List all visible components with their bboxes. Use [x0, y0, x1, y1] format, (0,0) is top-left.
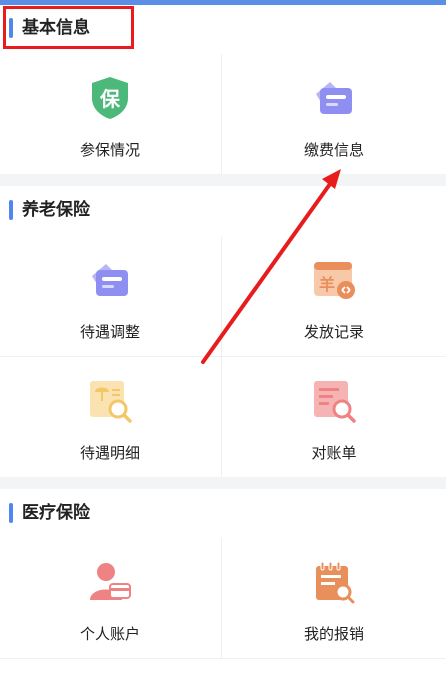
section-accent-bar [9, 503, 13, 523]
item-label: 我的报销 [303, 625, 364, 643]
section-gap [0, 174, 446, 186]
item-label: 对账单 [311, 444, 357, 462]
section-header-medical: 医疗保险 [0, 491, 446, 535]
card-icon [316, 82, 352, 114]
card-icon [92, 264, 128, 296]
item-label: 待遇明细 [79, 444, 140, 462]
yuan-receipt-icon: 羊 [314, 262, 355, 299]
benefit-details-button[interactable]: 待遇明细 [0, 357, 220, 477]
payout-records-button[interactable]: 羊 发放记录 [224, 236, 444, 356]
item-label: 个人账户 [79, 625, 140, 643]
divider [0, 658, 446, 659]
divider [221, 538, 222, 658]
user-card-icon [90, 563, 131, 600]
item-label: 缴费信息 [303, 141, 364, 159]
item-label: 待遇调整 [79, 323, 140, 341]
svg-text:保: 保 [99, 87, 121, 111]
section-accent-bar [9, 200, 13, 220]
statement-button[interactable]: 对账单 [224, 357, 444, 477]
benefit-adjustment-button[interactable]: 待遇调整 [0, 236, 220, 356]
notepad-search-icon [316, 561, 355, 604]
statement-search-icon [314, 381, 356, 423]
insurance-status-button[interactable]: 保 参保情况 [0, 54, 220, 174]
item-label: 发放记录 [303, 323, 364, 341]
shield-bao-icon: 保 [92, 77, 128, 119]
section-header-pension: 养老保险 [0, 188, 446, 232]
my-reimbursement-button[interactable]: 我的报销 [224, 538, 444, 658]
divider [221, 54, 222, 174]
divider [221, 236, 222, 477]
svg-text:羊: 羊 [319, 275, 335, 294]
section-gap [0, 477, 446, 489]
top-accent-bar [0, 0, 446, 5]
umbrella-search-icon [90, 381, 132, 423]
section-title: 养老保险 [22, 200, 90, 220]
personal-account-button[interactable]: 个人账户 [0, 538, 220, 658]
section-title: 医疗保险 [22, 503, 90, 523]
payment-info-button[interactable]: 缴费信息 [224, 54, 444, 174]
annotation-highlight-box [3, 6, 134, 49]
item-label: 参保情况 [79, 141, 140, 159]
